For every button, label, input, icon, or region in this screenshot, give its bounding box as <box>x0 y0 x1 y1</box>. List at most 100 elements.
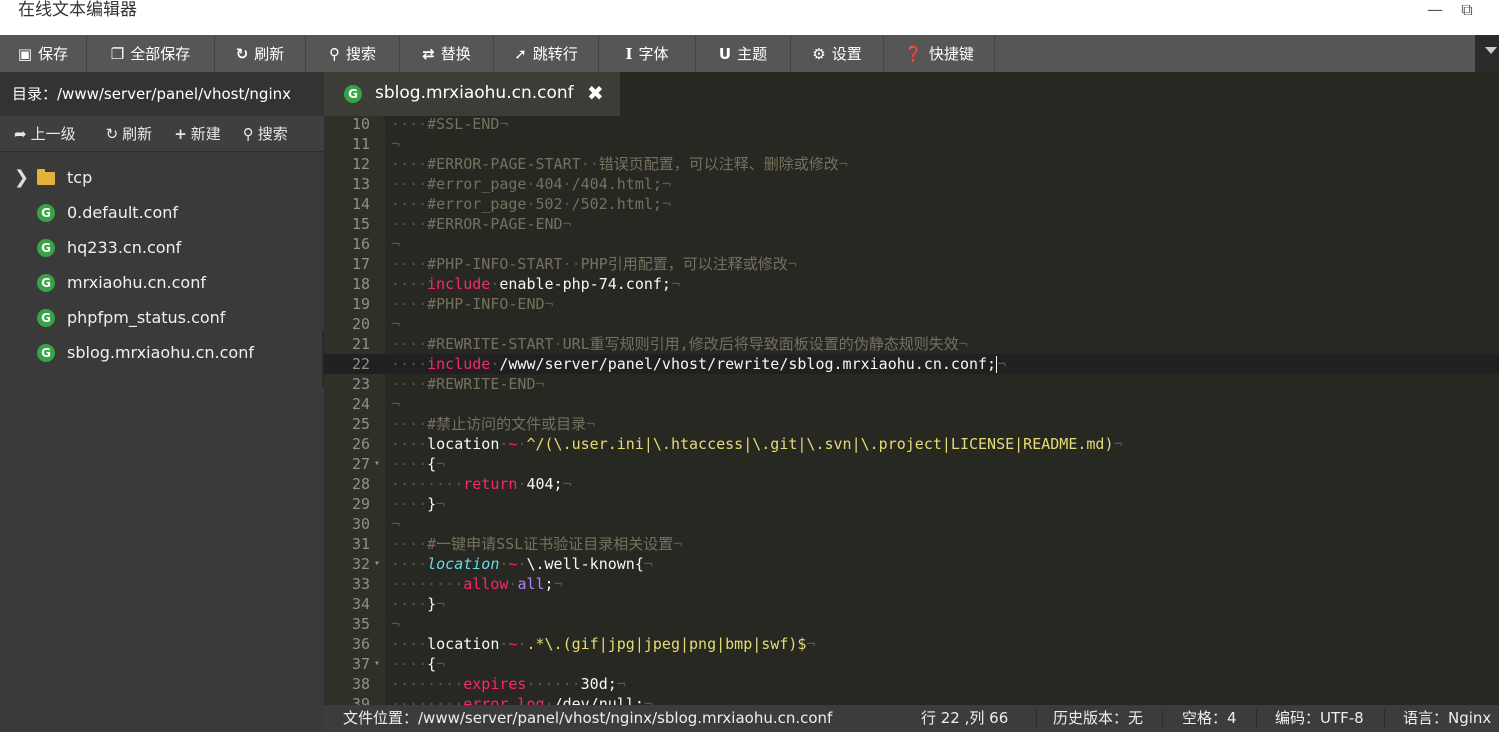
file-location: 文件位置：/www/server/panel/vhost/nginx/sblog… <box>343 709 833 727</box>
file-label: hq233.cn.conf <box>67 238 182 257</box>
code-line[interactable]: 32 ▾ ····location·~·\.well-known{¬ <box>324 554 1499 574</box>
code-line[interactable]: 10 ····#SSL-END¬ <box>324 116 1499 134</box>
line-number: 12 <box>351 155 370 173</box>
history-version[interactable]: 历史版本：无 <box>1053 705 1143 732</box>
maximize-icon[interactable]: ⧉ <box>1457 0 1477 20</box>
line-text: ····}¬ <box>391 595 446 613</box>
editor-tabs: G sblog.mrxiaohu.cn.conf ✖ <box>324 72 1499 116</box>
line-text: ¬ <box>391 135 401 153</box>
code-line[interactable]: 16 ¬ <box>324 234 1499 254</box>
code-line[interactable]: 38 ········expires······30d;¬ <box>324 674 1499 694</box>
code-line[interactable]: 14 ····#error_page·502·/502.html;¬ <box>324 194 1499 214</box>
shortcuts-button[interactable]: ❓ 快捷键 <box>884 35 995 72</box>
file-g-icon: G <box>37 274 55 292</box>
fold-arrow-icon[interactable]: ▾ <box>374 654 380 674</box>
close-icon[interactable]: ✖ <box>587 81 604 105</box>
minimize-icon[interactable]: — <box>1425 0 1445 20</box>
code-line[interactable]: 17 ····#PHP-INFO-START··PHP引用配置，可以注释或修改¬ <box>324 254 1499 274</box>
save-button[interactable]: ▣ 保存 <box>0 35 87 72</box>
save-all-button[interactable]: ❐ 全部保存 <box>87 35 215 72</box>
file-item[interactable]: G phpfpm_status.conf <box>0 300 324 335</box>
settings-button[interactable]: ⚙ 设置 <box>791 35 884 72</box>
line-text: ····#REWRITE-START·URL重写规则引用,修改后将导致面板设置的… <box>391 335 968 353</box>
code-line[interactable]: 29 ····}¬ <box>324 494 1499 514</box>
search-button[interactable]: ⚲ 搜索 <box>306 35 400 72</box>
parent-dir-label: 上一级 <box>30 125 76 143</box>
code-line[interactable]: 25 ····#禁止访问的文件或目录¬ <box>324 414 1499 434</box>
line-number: 33 <box>351 575 370 593</box>
code-line[interactable]: 36 ····location·~·.*\.(gif|jpg|jpeg|png|b… <box>324 634 1499 654</box>
line-text: ····{¬ <box>391 455 446 473</box>
sidebar-refresh-button[interactable]: ↻ 刷新 <box>106 123 153 144</box>
toolbar-dropdown[interactable] <box>1475 35 1499 72</box>
shortcuts-label: 快捷键 <box>928 45 974 63</box>
code-line[interactable]: 31 ····#一键申请SSL证书验证目录相关设置¬ <box>324 534 1499 554</box>
file-item[interactable]: G sblog.mrxiaohu.cn.conf <box>0 335 324 370</box>
cursor-position[interactable]: 行 22 ,列 66 <box>921 705 1008 732</box>
chevron-right-icon[interactable]: ❯ <box>14 167 29 188</box>
code-line[interactable]: 21 ····#REWRITE-START·URL重写规则引用,修改后将导致面板设… <box>324 334 1499 354</box>
code-line[interactable]: 13 ····#error_page·404·/404.html;¬ <box>324 174 1499 194</box>
code-line[interactable]: 33 ········allow·all;¬ <box>324 574 1499 594</box>
code-line[interactable]: 34 ····}¬ <box>324 594 1499 614</box>
line-number: 24 <box>351 395 370 413</box>
code-line[interactable]: 20 ¬ <box>324 314 1499 334</box>
code-line[interactable]: 30 ¬ <box>324 514 1499 534</box>
code-line[interactable]: 26 ····location·~·^/(\.user.ini|\.htacces… <box>324 434 1499 454</box>
line-text: ········error_log·/dev/null;¬ <box>391 695 653 705</box>
theme-icon: U <box>718 44 732 63</box>
code-line[interactable]: 15 ····#ERROR-PAGE-END¬ <box>324 214 1499 234</box>
code-line[interactable]: 27 ▾ ····{¬ <box>324 454 1499 474</box>
line-text: ¬ <box>391 235 401 253</box>
code-line[interactable]: 22 ····include·/www/server/panel/vhost/re… <box>324 354 1499 374</box>
code-line[interactable]: 11 ¬ <box>324 134 1499 154</box>
code-line[interactable]: 23 ····#REWRITE-END¬ <box>324 374 1499 394</box>
tab-label: sblog.mrxiaohu.cn.conf <box>375 83 574 103</box>
font-icon: I <box>625 44 633 63</box>
line-text: ····#PHP-INFO-START··PHP引用配置，可以注释或修改¬ <box>391 255 797 273</box>
code-line[interactable]: 37 ▾ ····{¬ <box>324 654 1499 674</box>
file-label: sblog.mrxiaohu.cn.conf <box>67 343 254 362</box>
theme-button[interactable]: U 主题 <box>696 35 791 72</box>
code-line[interactable]: 39 ········error_log·/dev/null;¬ <box>324 694 1499 705</box>
goto-line-button[interactable]: ➚ 跳转行 <box>494 35 599 72</box>
refresh-button[interactable]: ↻ 刷新 <box>215 35 306 72</box>
replace-button[interactable]: ⇄ 替换 <box>400 35 494 72</box>
line-number: 34 <box>351 595 370 613</box>
code-line[interactable]: 19 ····#PHP-INFO-END¬ <box>324 294 1499 314</box>
line-number: 35 <box>351 615 370 633</box>
sidebar-search-label: 搜索 <box>257 125 288 143</box>
file-label: 0.default.conf <box>67 203 179 222</box>
line-number: 38 <box>351 675 370 693</box>
tab-sblog-conf[interactable]: G sblog.mrxiaohu.cn.conf ✖ <box>324 72 620 116</box>
line-text: ····#ERROR-PAGE-START··错误页配置，可以注释、删除或修改¬ <box>391 155 848 173</box>
fold-arrow-icon[interactable]: ▾ <box>374 454 380 474</box>
line-text: ¬ <box>391 615 401 633</box>
file-item[interactable]: G mrxiaohu.cn.conf <box>0 265 324 300</box>
code-line[interactable]: 12 ····#ERROR-PAGE-START··错误页配置，可以注释、删除或修… <box>324 154 1499 174</box>
line-number: 25 <box>351 415 370 433</box>
line-text: ····location·~·^/(\.user.ini|\.htaccess|… <box>391 435 1123 453</box>
code-line[interactable]: 18 ····include·enable-php-74.conf;¬ <box>324 274 1499 294</box>
fold-arrow-icon[interactable]: ▾ <box>374 554 380 574</box>
folder-item-tcp[interactable]: ❯ tcp <box>0 160 324 195</box>
file-item[interactable]: G hq233.cn.conf <box>0 230 324 265</box>
sidebar-search-button[interactable]: ⚲ 搜索 <box>243 123 288 144</box>
indent-setting[interactable]: 空格：4 <box>1182 705 1237 732</box>
code-line[interactable]: 24 ¬ <box>324 394 1499 414</box>
divider <box>1036 710 1037 727</box>
new-file-label: 新建 <box>190 125 221 143</box>
line-number: 30 <box>351 515 370 533</box>
file-g-icon: G <box>37 204 55 222</box>
folder-label: tcp <box>67 168 93 187</box>
font-button[interactable]: I 字体 <box>599 35 696 72</box>
parent-dir-button[interactable]: ➦ 上一级 <box>14 123 76 144</box>
language-setting[interactable]: 语言：Nginx <box>1403 705 1491 732</box>
code-line[interactable]: 28 ········return·404;¬ <box>324 474 1499 494</box>
new-file-button[interactable]: + 新建 <box>174 123 221 144</box>
code-editor[interactable]: 10 ····#SSL-END¬ 11 ¬ 12 ····#ERROR-PAGE-STAR… <box>324 116 1499 705</box>
save-icon: ▣ <box>17 44 33 63</box>
file-item[interactable]: G 0.default.conf <box>0 195 324 230</box>
code-line[interactable]: 35 ¬ <box>324 614 1499 634</box>
encoding-setting[interactable]: 编码：UTF-8 <box>1275 705 1364 732</box>
